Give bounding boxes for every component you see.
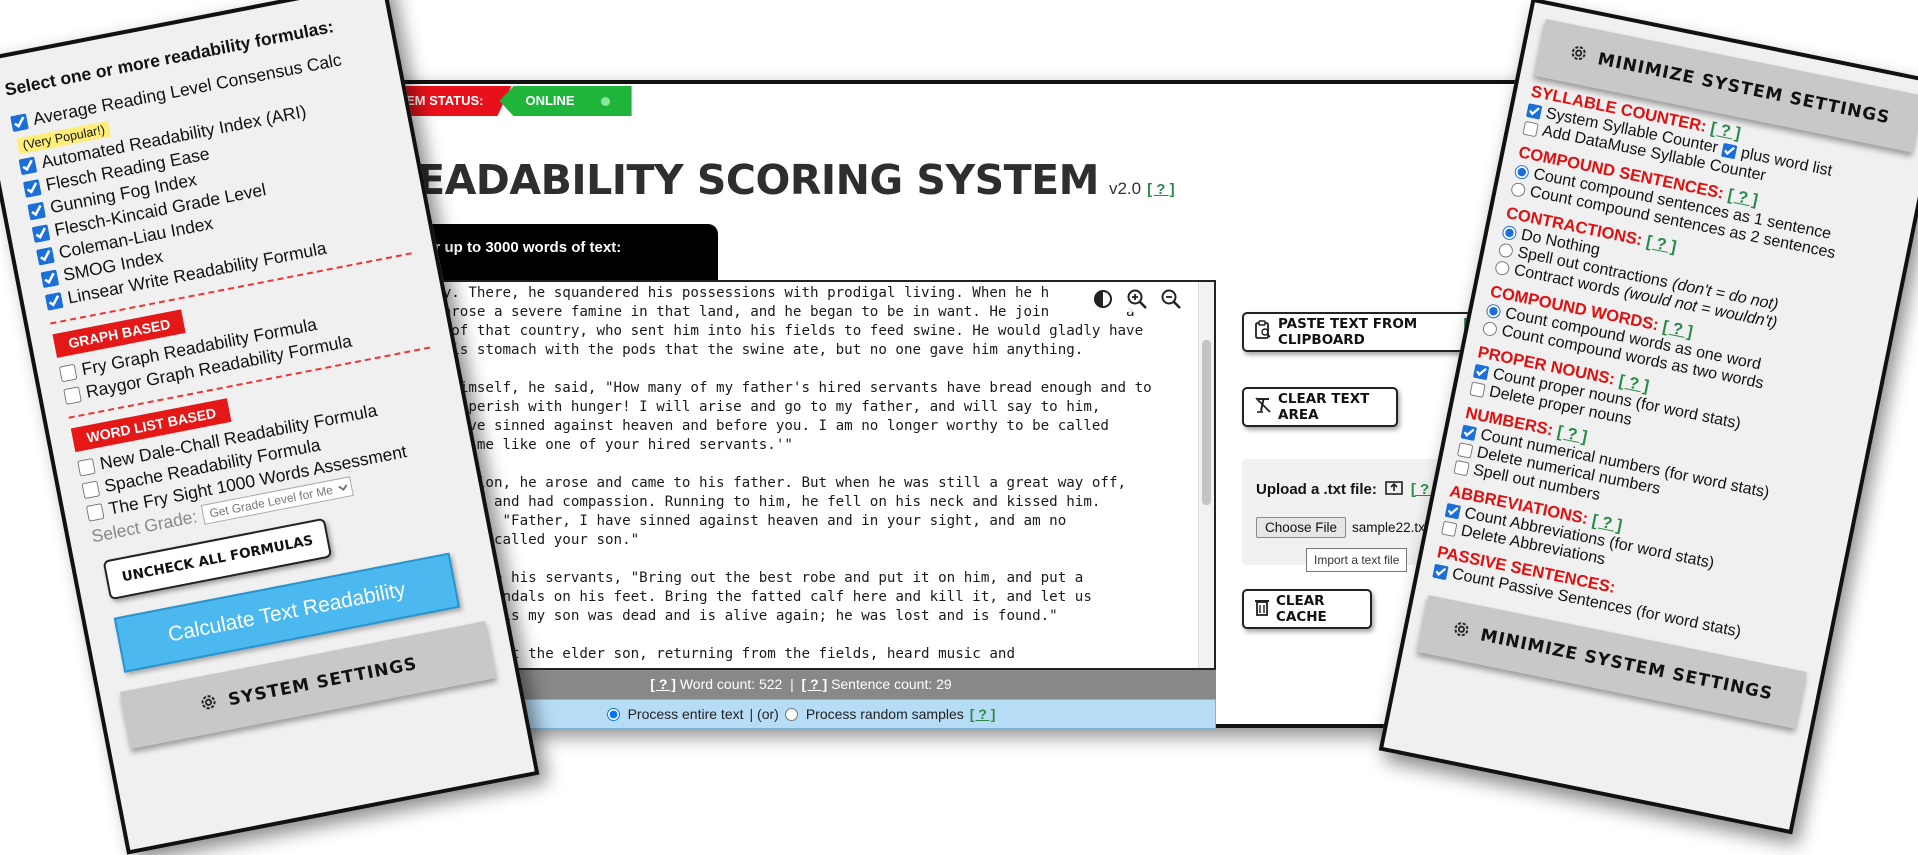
upload-icon bbox=[1385, 479, 1403, 499]
gear-icon bbox=[1449, 617, 1474, 645]
setting-checkbox[interactable] bbox=[1460, 424, 1478, 442]
clipboard-icon bbox=[1254, 320, 1272, 344]
setting-checkbox[interactable] bbox=[1721, 142, 1738, 160]
setting-radio[interactable] bbox=[1497, 242, 1515, 259]
gear-icon bbox=[1566, 41, 1591, 69]
setting-checkbox[interactable] bbox=[1440, 520, 1458, 538]
process-help-link[interactable]: [ ? ] bbox=[970, 706, 996, 722]
clear-cache-button[interactable]: CLEAR CACHE bbox=[1242, 589, 1372, 629]
upload-label: Upload a .txt file: bbox=[1256, 480, 1377, 498]
page-title: READABILITY SCORING SYSTEM bbox=[386, 156, 1099, 204]
setting-radio[interactable] bbox=[1485, 303, 1502, 320]
formula-checkbox[interactable] bbox=[81, 479, 101, 499]
formula-checkbox[interactable] bbox=[44, 291, 64, 311]
trash-icon bbox=[1254, 598, 1270, 620]
formula-checkbox[interactable] bbox=[58, 363, 78, 382]
system-settings-label: SYSTEM SETTINGS bbox=[226, 653, 419, 711]
zoom-in-icon[interactable] bbox=[1126, 288, 1148, 310]
setting-checkbox[interactable] bbox=[1453, 459, 1470, 477]
process-or-label: | (or) bbox=[749, 706, 779, 722]
cache-button-label: CLEAR CACHE bbox=[1276, 593, 1327, 625]
process-random-label: Process random samples bbox=[805, 706, 964, 722]
main-window: SYSTEM STATUS: ONLINE READABILITY SCORIN… bbox=[352, 80, 1564, 729]
setting-radio[interactable] bbox=[1481, 320, 1499, 338]
status-value-text: ONLINE bbox=[525, 93, 575, 108]
sentence-count: Sentence count: 29 bbox=[831, 676, 952, 692]
version-label: v2.0 bbox=[1108, 179, 1142, 198]
setting-radio[interactable] bbox=[1494, 259, 1511, 277]
status-dot-icon bbox=[600, 96, 610, 106]
setting-checkbox[interactable] bbox=[1472, 363, 1490, 381]
zoom-out-icon[interactable] bbox=[1160, 288, 1182, 310]
clear-text-area-button[interactable]: CLEAR TEXT AREA bbox=[1242, 387, 1398, 427]
process-entire-label: Process entire text bbox=[627, 706, 744, 722]
text-editor[interactable]: ountry. There, he squandered his possess… bbox=[386, 280, 1216, 670]
setting-radio[interactable] bbox=[1513, 163, 1531, 181]
clear-text-icon bbox=[1254, 396, 1272, 418]
formula-checkbox[interactable] bbox=[77, 457, 96, 477]
setting-checkbox[interactable] bbox=[1522, 120, 1539, 138]
formula-checkbox[interactable] bbox=[31, 223, 51, 243]
formula-checkbox[interactable] bbox=[18, 156, 38, 175]
setting-radio[interactable] bbox=[1509, 181, 1527, 199]
contrast-icon[interactable] bbox=[1092, 288, 1114, 310]
word-count-help-link[interactable]: [ ? ] bbox=[650, 676, 676, 692]
word-count: Word count: 522 bbox=[679, 676, 783, 692]
title-help-link[interactable]: [ ? ] bbox=[1147, 181, 1175, 198]
editor-scroll-thumb[interactable] bbox=[1202, 340, 1211, 505]
editor-toolbar bbox=[1086, 286, 1188, 312]
formula-checkbox[interactable] bbox=[22, 178, 42, 198]
file-name: sample22.txt bbox=[1352, 520, 1429, 535]
formula-checkbox[interactable] bbox=[27, 201, 46, 220]
setting-radio[interactable] bbox=[1501, 224, 1518, 242]
setting-checkbox[interactable] bbox=[1525, 103, 1543, 120]
setting-checkbox[interactable] bbox=[1469, 381, 1486, 398]
title-row: READABILITY SCORING SYSTEM v2.0 [ ? ] bbox=[386, 156, 1175, 204]
gear-icon bbox=[197, 690, 221, 718]
formula-checkbox[interactable] bbox=[35, 246, 55, 266]
formula-checkbox[interactable] bbox=[85, 502, 105, 522]
editor-scrollbar[interactable] bbox=[1198, 282, 1214, 668]
status-value: ONLINE bbox=[499, 86, 632, 116]
setting-checkbox[interactable] bbox=[1456, 442, 1474, 459]
process-entire-radio[interactable] bbox=[606, 707, 620, 721]
clear-button-label: CLEAR TEXT AREA bbox=[1278, 391, 1370, 423]
formula-checkbox[interactable] bbox=[63, 385, 82, 405]
sentence-count-help-link[interactable]: [ ? ] bbox=[802, 676, 828, 692]
formula-checkbox[interactable] bbox=[40, 268, 60, 288]
choose-file-button[interactable]: Choose File bbox=[1256, 517, 1347, 538]
editor-text[interactable]: ountry. There, he squandered his possess… bbox=[400, 284, 1192, 668]
upload-tooltip: Import a text file bbox=[1306, 548, 1408, 572]
setting-checkbox[interactable] bbox=[1432, 563, 1449, 581]
setting-checkbox[interactable] bbox=[1444, 502, 1462, 520]
formula-checkbox[interactable] bbox=[10, 112, 29, 132]
process-random-radio[interactable] bbox=[784, 707, 798, 721]
paste-clipboard-button[interactable]: PASTE TEXT FROM CLIPBOARD [ ? ] bbox=[1242, 312, 1498, 352]
paste-button-label: PASTE TEXT FROM CLIPBOARD bbox=[1278, 316, 1418, 348]
